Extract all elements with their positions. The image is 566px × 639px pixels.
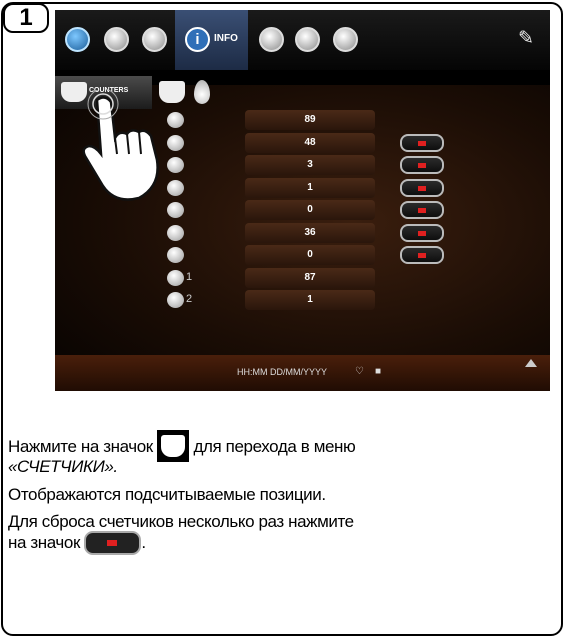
counter-row: 0 xyxy=(55,200,550,220)
user-icon[interactable] xyxy=(333,27,358,52)
calendar-icon[interactable] xyxy=(295,27,320,52)
counter-index: 2 xyxy=(186,293,193,305)
instruction-text-5-end: . xyxy=(141,533,146,552)
counter-value: 48 xyxy=(245,132,375,153)
counter-row: 21 xyxy=(55,290,550,310)
water-drop-icon xyxy=(167,224,184,241)
cup-icon[interactable] xyxy=(142,27,167,52)
grinder-icon xyxy=(167,269,184,286)
counter-value: 1 xyxy=(245,177,375,198)
arrow-up-icon[interactable] xyxy=(525,359,537,367)
counter-value: 36 xyxy=(245,222,375,243)
drop-icon[interactable] xyxy=(65,27,90,52)
pointing-hand-icon xyxy=(82,90,159,201)
steam-icon xyxy=(167,247,184,263)
reset-counter-button[interactable] xyxy=(400,246,444,264)
counter-value: 1 xyxy=(245,290,375,310)
device-screen: i INFO ✎ COUNTERS 89 48 3 1 0 36 0 1 87 2 1 HH:MM … xyxy=(55,10,550,391)
step-number-badge: 1 xyxy=(3,3,49,33)
instruction-text-3: Отображаются подсчитываемые позиции. xyxy=(8,485,326,504)
tablet-icon xyxy=(167,202,184,218)
instruction-line-4: Для сброса счетчиков несколько раз нажми… xyxy=(8,510,558,533)
instruction-line-5: на значок . xyxy=(8,531,558,555)
lock-icon: ■ xyxy=(375,366,382,377)
clock-icon[interactable] xyxy=(104,27,129,52)
instruction-line-3: Отображаются подсчитываемые позиции. xyxy=(8,483,558,506)
reset-counter-button[interactable] xyxy=(400,201,444,219)
instruction-line-2: «СЧЕТЧИКИ». xyxy=(8,455,558,478)
reset-counter-button[interactable] xyxy=(400,178,444,197)
counter-row: 1 87 xyxy=(55,267,550,288)
counter-row: 36 xyxy=(55,222,550,243)
counter-row: 0 xyxy=(55,245,550,265)
instruction-text-1b: для перехода в меню xyxy=(193,437,356,456)
instruction-text-5: на значок xyxy=(8,533,80,552)
tab-info[interactable]: i INFO xyxy=(175,10,248,70)
instruction-text-2: «СЧЕТЧИКИ». xyxy=(8,457,118,476)
pencil-icon[interactable] xyxy=(259,27,284,52)
reset-counter-button[interactable] xyxy=(400,156,444,174)
status-bar: HH:MM DD/MM/YYYY ♡ ■ xyxy=(55,355,550,391)
info-icon: i xyxy=(185,27,210,52)
counter-value: 3 xyxy=(245,155,375,175)
wrench-icon[interactable]: ✎ xyxy=(515,28,537,50)
top-tab-bar: i INFO ✎ xyxy=(55,10,550,70)
heart-icon: ♡ xyxy=(355,366,364,377)
reset-counter-button[interactable] xyxy=(400,133,444,152)
status-datetime: HH:MM DD/MM/YYYY xyxy=(237,367,327,377)
tab-info-label: INFO xyxy=(214,33,238,44)
instruction-text-1a: Нажмите на значок xyxy=(8,437,153,456)
reset-inline-icon xyxy=(84,531,142,555)
counter-value: 0 xyxy=(245,245,375,265)
counter-value: 0 xyxy=(245,200,375,220)
grinder-icon xyxy=(167,292,184,308)
counter-value: 89 xyxy=(245,110,375,130)
reset-counter-button[interactable] xyxy=(400,223,444,242)
water-drop-tab-icon[interactable] xyxy=(194,80,210,104)
instruction-text-4: Для сброса счетчиков несколько раз нажми… xyxy=(8,512,354,531)
counter-index: 1 xyxy=(186,270,193,283)
counter-value: 87 xyxy=(245,267,375,288)
